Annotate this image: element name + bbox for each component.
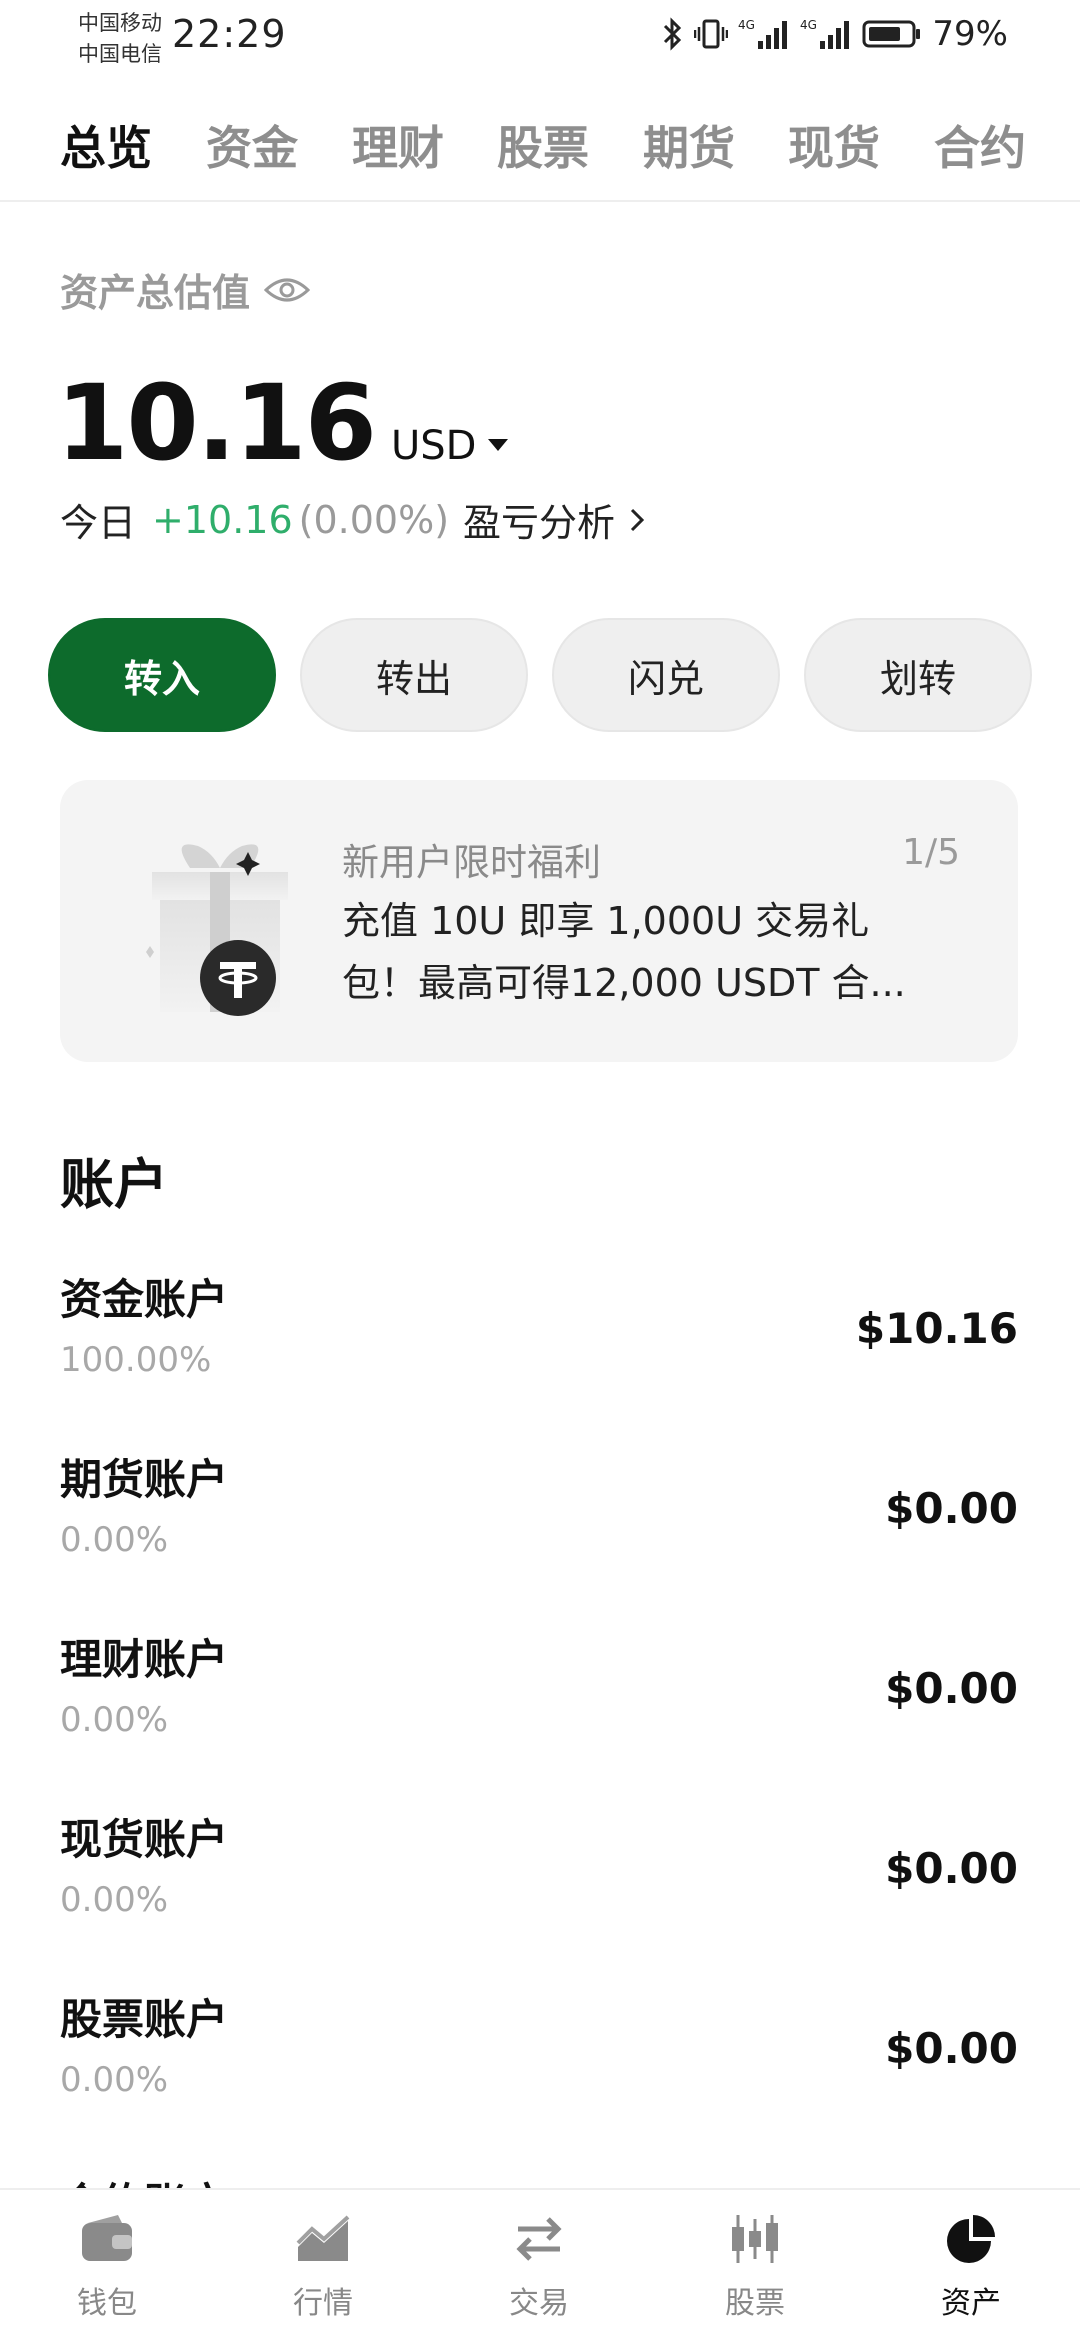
nav-stocks[interactable]: 股票: [680, 2206, 830, 2322]
signal-4g-icon: 4G: [800, 18, 850, 49]
today-pnl: 今日 +10.16 (0.00%) 盈亏分析: [60, 492, 645, 547]
candlestick-icon: [732, 2215, 778, 2263]
account-percentage: 0.00%: [60, 2060, 169, 2100]
total-value-label: 资产总估值: [60, 262, 311, 317]
bottom-navigation: 钱包 行情 交易 股票 资产: [0, 2188, 1080, 2342]
carrier-info: 中国移动 中国电信: [78, 8, 162, 70]
nav-assets[interactable]: 资产: [896, 2206, 1046, 2322]
tab-spot[interactable]: 现货: [788, 112, 880, 178]
action-buttons: 转入 转出 闪兑 划转: [48, 618, 1032, 732]
account-value: $0.00: [885, 2024, 1018, 2073]
tab-stocks[interactable]: 股票: [497, 112, 589, 178]
nav-trade[interactable]: 交易: [464, 2206, 614, 2322]
promo-text: 充值 10U 即享 1,000U 交易礼 包！最高可得12,000 USDT 合…: [342, 890, 962, 1014]
carrier-2: 中国电信: [78, 42, 162, 66]
total-value: 10.16 USD: [56, 362, 509, 484]
today-label: 今日: [60, 501, 137, 545]
bluetooth-icon: [664, 17, 682, 51]
tab-funds[interactable]: 资金: [206, 112, 298, 178]
today-change-pct: (0.00%): [298, 497, 450, 542]
account-percentage: 0.00%: [60, 1700, 169, 1740]
eye-icon[interactable]: [264, 275, 311, 305]
deposit-button[interactable]: 转入: [48, 618, 276, 732]
account-row-funding[interactable]: 资金账户 100.00% $10.16: [60, 1266, 1018, 1416]
currency-selector[interactable]: USD: [391, 423, 476, 469]
promo-banner[interactable]: 新用户限时福利 1/5 充值 10U 即享 1,000U 交易礼 包！最高可得1…: [60, 780, 1018, 1062]
tab-futures[interactable]: 期货: [643, 112, 735, 178]
account-name: 资金账户: [60, 1275, 229, 1324]
account-row-futures[interactable]: 期货账户 0.00% $0.00: [60, 1446, 1018, 1596]
convert-button[interactable]: 闪兑: [552, 618, 780, 732]
today-change: +10.16: [152, 497, 293, 542]
account-percentage: 100.00%: [60, 1340, 212, 1380]
total-value-label-text: 资产总估值: [60, 271, 251, 315]
account-name: 期货账户: [60, 1455, 229, 1504]
account-name: 股票账户: [60, 1995, 229, 2044]
signal-4g-icon: 4G: [738, 18, 788, 49]
account-value: $10.16: [855, 1304, 1018, 1353]
tab-overview[interactable]: 总览: [60, 112, 152, 178]
vibrate-icon: [694, 19, 729, 49]
battery-icon: [862, 20, 921, 48]
account-percentage: 0.00%: [60, 1520, 169, 1560]
pnl-analysis-link[interactable]: 盈亏分析: [463, 492, 615, 547]
chevron-right-icon[interactable]: [629, 507, 645, 533]
account-name: 理财账户: [60, 1635, 229, 1684]
promo-title: 新用户限时福利: [342, 841, 601, 884]
asset-tabs: 总览 资金 理财 股票 期货 现货 合约: [0, 100, 1080, 202]
pie-chart-icon: [947, 2215, 995, 2263]
accounts-heading: 账户: [60, 1153, 168, 1216]
market-chart-icon: [296, 2215, 350, 2261]
caret-down-icon[interactable]: [488, 439, 509, 451]
account-percentage: 0.00%: [60, 1880, 169, 1920]
status-time: 22:29: [172, 12, 287, 56]
nav-wallet[interactable]: 钱包: [32, 2206, 182, 2322]
status-bar: 中国移动 中国电信 22:29 4G 4G 79%: [0, 0, 1080, 80]
promo-page-indicator: 1/5: [902, 832, 960, 873]
nav-label: 钱包: [77, 2286, 137, 2321]
withdraw-button[interactable]: 转出: [300, 618, 528, 732]
nav-label: 行情: [293, 2286, 353, 2321]
wallet-icon: [82, 2215, 132, 2261]
account-value: $0.00: [885, 1484, 1018, 1533]
battery-percentage: 79%: [932, 14, 1008, 54]
tab-contracts[interactable]: 合约: [934, 112, 1026, 178]
nav-market[interactable]: 行情: [248, 2206, 398, 2322]
status-icons: 4G 4G 79%: [662, 14, 1008, 54]
account-row-earn[interactable]: 理财账户 0.00% $0.00: [60, 1626, 1018, 1776]
account-value: $0.00: [885, 1844, 1018, 1893]
svg-text:4G: 4G: [800, 18, 817, 32]
promo-line-2: 包！最高可得12,000 USDT 合...: [342, 961, 906, 1005]
account-row-spot[interactable]: 现货账户 0.00% $0.00: [60, 1806, 1018, 1956]
transfer-button[interactable]: 划转: [804, 618, 1032, 732]
gift-box-icon: [146, 844, 288, 1016]
account-row-stocks[interactable]: 股票账户 0.00% $0.00: [60, 1986, 1018, 2136]
svg-text:4G: 4G: [738, 18, 755, 32]
nav-label: 资产: [941, 2286, 1001, 2321]
trade-arrows-icon: [516, 2217, 562, 2261]
tab-earn[interactable]: 理财: [352, 112, 444, 178]
nav-label: 股票: [725, 2286, 785, 2321]
total-value-amount: 10.16: [56, 362, 377, 484]
account-value: $0.00: [885, 1664, 1018, 1713]
carrier-1: 中国移动: [78, 11, 162, 35]
nav-label: 交易: [509, 2286, 569, 2321]
account-name: 现货账户: [60, 1815, 229, 1864]
promo-line-1: 充值 10U 即享 1,000U 交易礼: [342, 899, 870, 943]
